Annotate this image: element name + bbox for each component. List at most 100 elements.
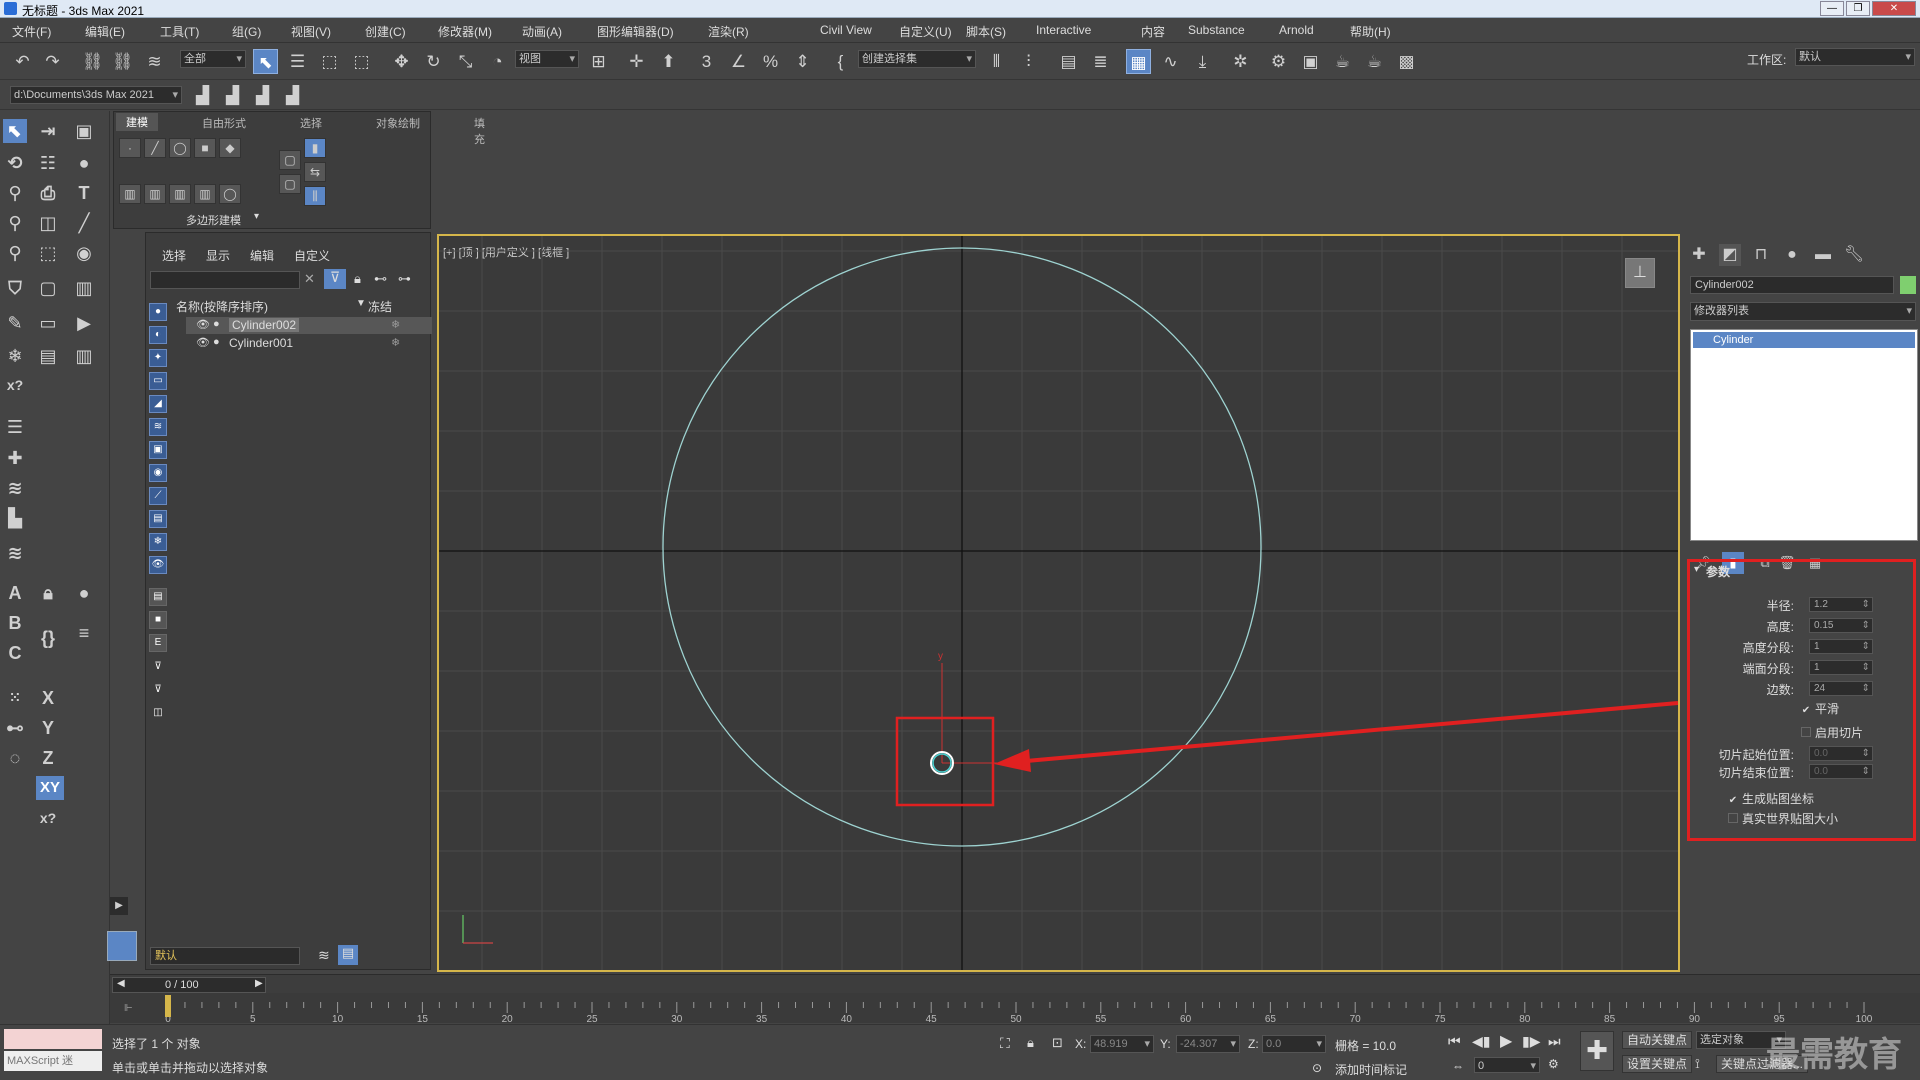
hierarchy-tab-icon[interactable]: ⊓ <box>1750 244 1772 266</box>
filter-groups-icon[interactable]: ▣ <box>149 441 167 459</box>
filter-frozen-icon[interactable]: ❄ <box>149 533 167 551</box>
redo-icon[interactable]: ↷ <box>40 49 65 74</box>
current-frame-field[interactable]: 0 <box>1474 1057 1540 1073</box>
scene-tab-display[interactable]: 显示 <box>206 247 230 264</box>
select-tool-icon[interactable]: ⬉ <box>3 119 27 143</box>
keyboard-shortcut-icon[interactable]: ⬆ <box>656 49 681 74</box>
select-by-name-icon[interactable]: ☰ <box>285 49 310 74</box>
freeze-icon[interactable]: ❄ <box>391 318 400 331</box>
sphere-icon[interactable]: ◉ <box>72 241 96 265</box>
select-object-icon[interactable]: ⬉ <box>253 49 278 74</box>
filter-lights-icon[interactable]: ✦ <box>149 349 167 367</box>
display-all-icon[interactable]: ▤ <box>149 588 167 606</box>
ribbon-tab-modeling[interactable]: 建模 <box>116 113 158 131</box>
param-spinner[interactable]: 24 <box>1809 681 1873 696</box>
move-icon[interactable]: ✥ <box>389 49 414 74</box>
render-dot-icon[interactable]: ● <box>213 336 220 348</box>
scene-explorer-toggle-icon[interactable]: ▤ <box>1056 49 1081 74</box>
print-icon[interactable]: ⎙ <box>36 181 60 205</box>
menu-item-6[interactable]: 修改器(M) <box>438 23 492 40</box>
add-time-tag[interactable]: 添加时间标记 <box>1335 1061 1407 1078</box>
ribbon-tab-freeform[interactable]: 自由形式 <box>202 115 246 131</box>
goto-start-icon[interactable]: ⏮ <box>1448 1033 1461 1050</box>
modifier-list-dropdown[interactable]: 修改器列表 <box>1690 302 1916 321</box>
expand-strip-icon[interactable]: ▶ <box>110 897 128 915</box>
close-button[interactable]: ✕ <box>1872 1 1916 16</box>
workspace-dropdown[interactable]: 默认 <box>1795 48 1915 66</box>
mod-icon-9[interactable]: ⇆ <box>304 162 326 182</box>
gen-mapping-checkbox[interactable]: ✔ 生成贴图坐标 <box>1728 790 1814 807</box>
axis-x-icon[interactable]: X <box>36 686 60 710</box>
render-iterative-icon[interactable]: ☕ <box>1362 49 1387 74</box>
hierarchy-icon[interactable]: ☷ <box>36 151 60 175</box>
mod-icon-4[interactable]: ▥ <box>194 184 216 204</box>
y-coordinate-field[interactable]: -24.307 <box>1176 1035 1240 1053</box>
mod-icon-1[interactable]: ▥ <box>119 184 141 204</box>
mod-icon-6[interactable]: ▢ <box>279 150 301 170</box>
param-spinner[interactable]: 0.15 <box>1809 618 1873 633</box>
stack2-icon[interactable]: ▤ <box>36 344 60 368</box>
project-open-icon[interactable]: ▟ <box>220 83 245 108</box>
timeline-ruler[interactable]: ⊩0 5 10 15 20 25 30 35 40 45 50 55 60 65 70 75 80 85 90 95 1… <box>110 993 1920 1023</box>
render-icon[interactable]: ☕ <box>1330 49 1355 74</box>
play-icon[interactable]: ▶ <box>72 311 96 335</box>
lasso-icon[interactable]: ⟲ <box>3 151 27 175</box>
column-name-header[interactable]: 名称(按降序排序) <box>176 298 268 315</box>
film2-icon[interactable]: ▥ <box>72 344 96 368</box>
real-world-checkbox[interactable]: 真实世界贴图大小 <box>1728 810 1838 827</box>
x-coordinate-field[interactable]: 48.919 <box>1090 1035 1154 1053</box>
material-editor-icon[interactable]: ✲ <box>1228 49 1253 74</box>
object-color-swatch[interactable] <box>1900 276 1916 294</box>
eye-icon[interactable]: 👁︎ <box>196 336 210 349</box>
tee-icon[interactable]: T <box>72 181 96 205</box>
named-selection-dropdown[interactable]: 创建选择集 <box>858 50 976 68</box>
layers-toolbar-icon[interactable]: ≋ <box>318 947 330 964</box>
circle-icon[interactable]: ● <box>72 581 96 605</box>
time-slider[interactable]: ◀ 0 / 100 ▶ <box>112 977 266 993</box>
schematic-view-icon[interactable]: ⤓ <box>1190 49 1215 74</box>
mod-icon-10[interactable]: ⫼ <box>304 186 326 206</box>
auto-key-button[interactable]: 自动关键点 <box>1622 1031 1693 1049</box>
shield-icon[interactable]: ⛉ <box>3 276 27 300</box>
menu-item-10[interactable]: Civil View <box>820 23 872 37</box>
border-icon[interactable]: ◯ <box>169 138 191 158</box>
slice-from-spinner[interactable]: 0.0 <box>1809 746 1873 761</box>
render-dot-icon[interactable]: ● <box>213 318 220 330</box>
scene-tab-select[interactable]: 选择 <box>162 247 186 264</box>
create-panel-icon[interactable]: ⇥ <box>36 119 60 143</box>
set-key-button[interactable]: 设置关键点 <box>1622 1055 1693 1073</box>
mirror-icon[interactable]: ⫴ <box>984 49 1009 74</box>
invert-display-icon[interactable]: E <box>149 634 167 652</box>
curve-editor-icon[interactable]: ∿ <box>1158 49 1183 74</box>
cube-icon[interactable]: ▢ <box>36 276 60 300</box>
text-a-icon[interactable]: A <box>3 581 27 605</box>
prev-key-icon[interactable]: ◀▮ <box>1472 1033 1490 1050</box>
key-filter-icon[interactable]: ⟟ <box>1695 1056 1700 1072</box>
axis-z-icon[interactable]: Z <box>36 746 60 770</box>
maxscript-listener[interactable] <box>4 1029 102 1049</box>
layer-icon[interactable]: ☰ <box>3 415 27 439</box>
play-icon[interactable]: ▶ <box>1500 1031 1512 1051</box>
filter-cameras-icon[interactable]: ▭ <box>149 372 167 390</box>
axis-xy-icon[interactable]: XY <box>36 776 64 800</box>
minimize-button[interactable]: — <box>1820 1 1844 16</box>
element-icon[interactable]: ◆ <box>219 138 241 158</box>
render-setup-icon[interactable]: ⚙ <box>1266 49 1291 74</box>
layer-view-icon[interactable]: ⊶ <box>398 271 411 287</box>
menu-item-11[interactable]: 自定义(U) <box>899 23 952 40</box>
add-icon[interactable]: ✚ <box>3 446 27 470</box>
rotate-icon[interactable]: ↻ <box>421 49 446 74</box>
bind-space-warp-icon[interactable]: ≋ <box>142 49 167 74</box>
menu-item-16[interactable]: Arnold <box>1279 23 1314 37</box>
collapse-arrow-icon[interactable]: ▾ <box>1694 564 1699 575</box>
brace-icon[interactable]: {} <box>36 626 60 650</box>
menu-item-4[interactable]: 视图(V) <box>291 23 331 40</box>
time-tag-icon[interactable]: ⊙ <box>1312 1061 1322 1075</box>
rollout-title[interactable]: 参数 <box>1706 563 1730 580</box>
scale-icon[interactable]: ⤡ <box>453 49 478 74</box>
viewcube-icon[interactable]: ⊥ <box>1625 258 1655 288</box>
filter-helpers-icon[interactable]: ◢ <box>149 395 167 413</box>
menu-item-7[interactable]: 动画(A) <box>522 23 562 40</box>
grid-a-icon[interactable]: ⁙ <box>3 686 27 710</box>
viewport-top[interactable]: [+] [顶 ] [用户定义 ] [线框 ] y ⊥ <box>437 234 1680 972</box>
